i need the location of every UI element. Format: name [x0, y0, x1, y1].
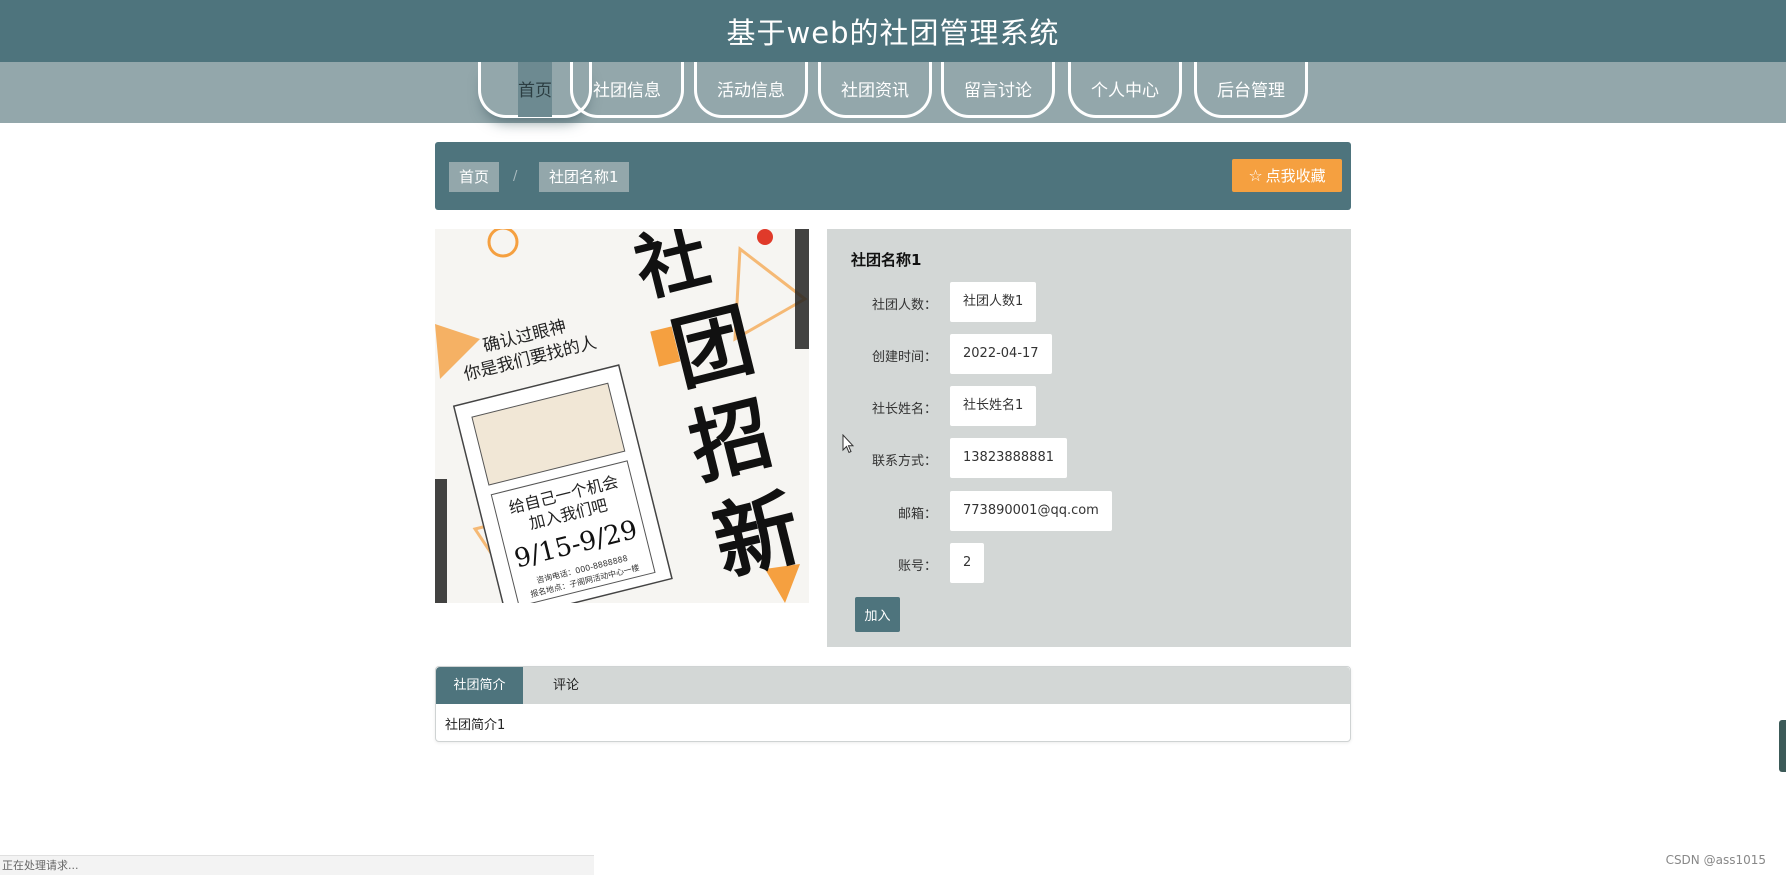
site-title: 基于web的社团管理系统: [726, 16, 1060, 50]
nav-item-club-news[interactable]: 社团资讯: [818, 62, 932, 118]
watermark: CSDN @ass1015: [1665, 853, 1766, 867]
nav-label: 社团资讯: [841, 81, 909, 101]
star-icon: ☆: [1248, 166, 1263, 185]
tab-club-intro[interactable]: 社团简介: [436, 667, 523, 704]
tab-bar: 社团简介 评论: [436, 667, 1350, 704]
nav-item-club-info[interactable]: 社团信息: [570, 62, 684, 118]
nav-label: 社团信息: [593, 81, 661, 101]
tab-content: 社团简介1: [445, 718, 506, 733]
breadcrumb-home[interactable]: 首页: [449, 162, 500, 192]
field-label: 创建时间：: [871, 350, 937, 365]
club-poster-image: 给自己一个机会 加入我们吧 9/15-9/29 咨询电话：000-8888888…: [435, 229, 809, 603]
scrollbar-thumb[interactable]: [1779, 720, 1786, 772]
breadcrumb: 首页 / 社团名称1 ☆ 点我收藏: [435, 142, 1351, 210]
site-header: 基于web的社团管理系统: [0, 0, 1786, 62]
field-value: 13823888881: [950, 438, 1067, 478]
field-label: 社长姓名：: [871, 402, 937, 417]
field-label: 邮箱：: [897, 507, 937, 522]
field-label: 社团人数：: [871, 298, 937, 313]
nav-label: 留言讨论: [964, 81, 1032, 101]
club-name: 社团名称1: [851, 251, 922, 269]
nav-label: 个人中心: [1091, 81, 1159, 101]
main-nav: 首页 社团信息 活动信息 社团资讯 留言讨论 个人中心 后台管理: [0, 62, 1786, 123]
nav-item-message-board[interactable]: 留言讨论: [941, 62, 1055, 118]
field-value: 2: [950, 543, 985, 583]
nav-item-admin[interactable]: 后台管理: [1194, 62, 1308, 118]
field-value: 社团人数1: [950, 282, 1037, 322]
join-button[interactable]: 加入: [855, 597, 900, 632]
breadcrumb-current: 社团名称1: [539, 162, 629, 192]
field-value: 社长姓名1: [950, 386, 1037, 426]
nav-label: 首页: [518, 81, 552, 101]
browser-status-bar: 正在处理请求...: [0, 855, 594, 875]
nav-item-personal-center[interactable]: 个人中心: [1068, 62, 1182, 118]
nav-item-activity-info[interactable]: 活动信息: [694, 62, 808, 118]
breadcrumb-separator: /: [513, 169, 518, 184]
nav-label: 活动信息: [717, 81, 785, 101]
nav-label: 后台管理: [1217, 81, 1285, 101]
field-value: 2022-04-17: [950, 334, 1052, 374]
mouse-cursor-icon: [842, 434, 854, 454]
club-info-panel: 社团名称1 社团人数： 社团人数1 创建时间： 2022-04-17 社长姓名：…: [827, 229, 1351, 647]
field-value: 773890001@qq.com: [950, 491, 1112, 531]
field-label: 账号：: [897, 559, 937, 574]
tab-comments[interactable]: 评论: [536, 667, 596, 704]
favorite-button[interactable]: ☆ 点我收藏: [1232, 159, 1342, 192]
favorite-label: 点我收藏: [1265, 167, 1326, 185]
tabs-panel: 社团简介 评论 社团简介1: [435, 666, 1351, 742]
